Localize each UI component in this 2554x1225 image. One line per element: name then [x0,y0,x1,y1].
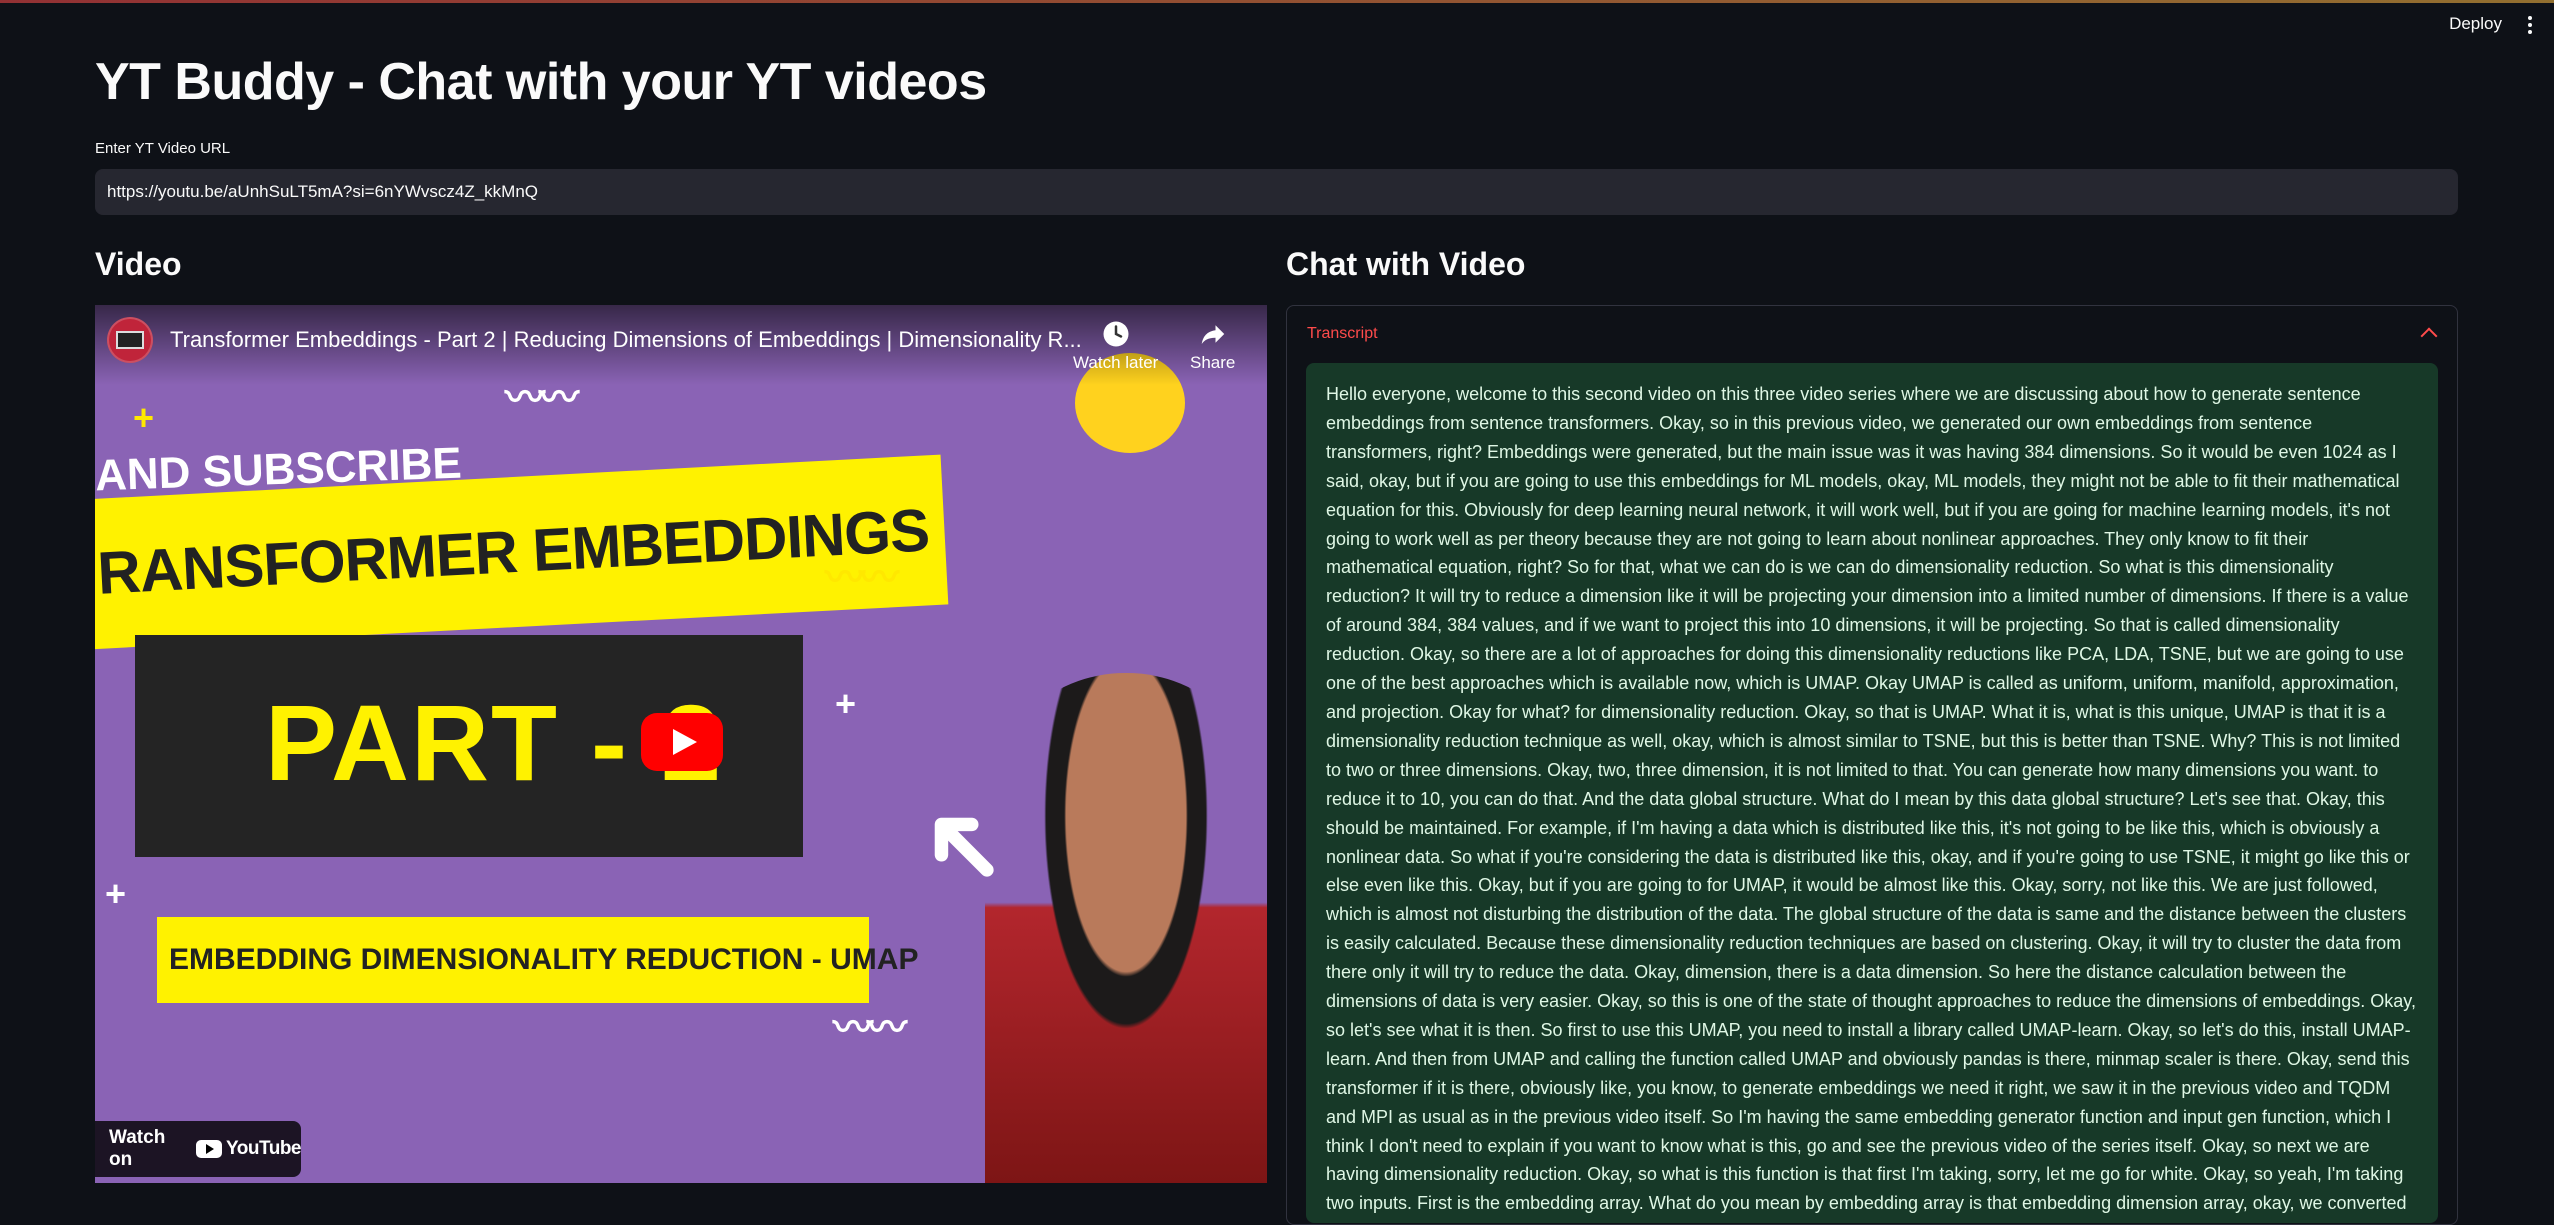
share-button[interactable]: Share [1190,319,1235,373]
play-icon [673,729,697,755]
url-input[interactable] [95,169,2458,215]
transcript-box: Hello everyone, welcome to this second v… [1306,363,2438,1223]
chat-heading: Chat with Video [1286,246,1526,282]
share-label: Share [1190,353,1236,372]
watch-on-label: Watch on [109,1127,166,1170]
chevron-up-icon [2420,327,2438,345]
video-title[interactable]: Transformer Embeddings - Part 2 | Reduci… [170,327,1095,353]
transcript-text: Hello everyone, welcome to this second v… [1326,384,2416,1214]
deploy-button[interactable]: Deploy [2449,14,2502,34]
plus-decoration-icon: + [835,683,857,724]
kebab-menu-icon[interactable] [2520,12,2540,38]
presenter-photo [985,673,1267,1183]
url-input-label: Enter YT Video URL [95,140,231,157]
youtube-embed[interactable]: AND SUBSCRIBE RANSFORMER EMBEDDINGS PART… [95,305,1267,1183]
share-arrow-icon [1201,325,1224,344]
wave-decoration-icon: 〰〰 [833,1006,907,1050]
watch-on-youtube-button[interactable]: Watch on YouTube [95,1121,301,1177]
transcript-expander: Transcript Hello everyone, welcome to th… [1286,305,2458,1225]
page-title: YT Buddy - Chat with your YT videos [95,53,987,111]
youtube-wordmark: YouTube [226,1138,301,1159]
app-header: Deploy [0,0,2554,56]
watch-later-button[interactable]: Watch later [1073,319,1158,373]
transcript-label: Transcript [1307,325,1378,342]
youtube-logo-icon: YouTube [196,1138,301,1160]
plus-decoration-icon: + [133,397,155,438]
clock-icon [1103,321,1129,347]
video-heading: Video [95,246,182,282]
thumbnail-umap-text: EMBEDDING DIMENSIONALITY REDUCTION - UMA… [157,917,918,1003]
watch-later-label: Watch later [1073,353,1159,372]
wave-decoration-icon: 〰〰 [825,556,899,600]
play-button[interactable] [641,713,723,771]
plus-decoration-icon: + [105,873,127,914]
transcript-expander-header[interactable]: Transcript [1287,306,2457,362]
channel-avatar[interactable] [107,317,153,363]
